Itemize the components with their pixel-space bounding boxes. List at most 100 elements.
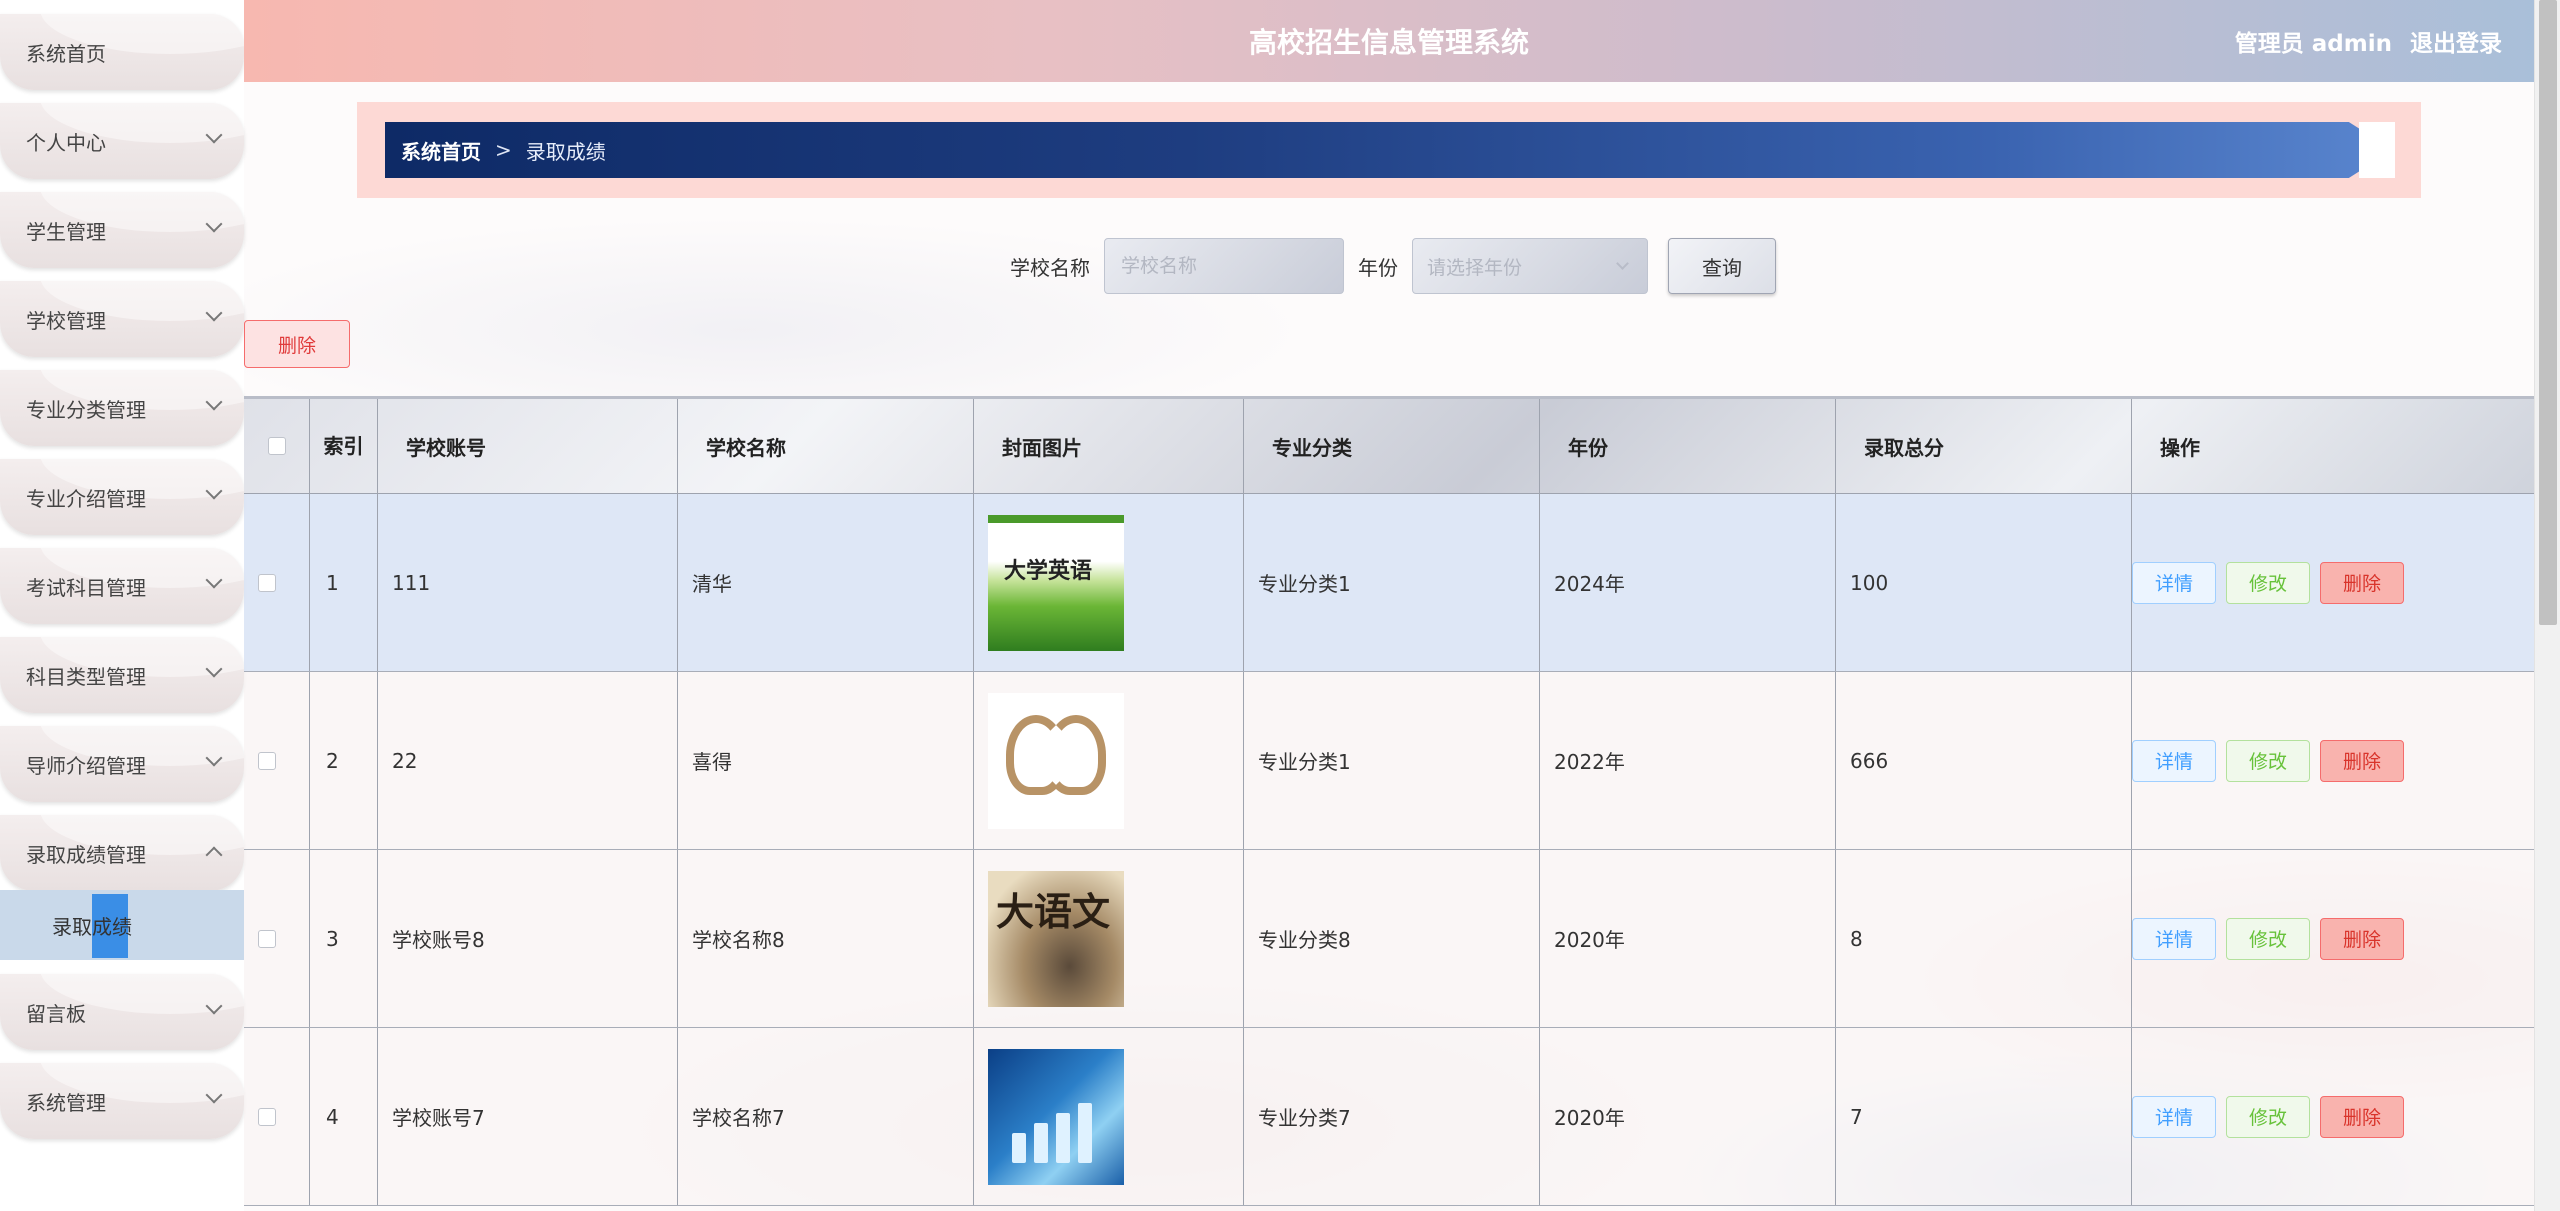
breadcrumb-current: 录取成绩 — [525, 139, 606, 164]
sidebar-subitem-label: 录取成绩 — [52, 914, 132, 939]
sidebar-item-admission-score-management[interactable]: 录取成绩管理 — [0, 815, 244, 891]
row-checkbox[interactable] — [258, 929, 276, 948]
sidebar-item-personal-center[interactable]: 个人中心 — [0, 103, 244, 179]
table-header: 索引 学校账号 学校名称 封面图片 专业分类 年份 录取总分 操作 — [244, 396, 2534, 494]
detail-button[interactable]: 详情 — [2132, 561, 2216, 604]
cell-major-category: 专业分类7 — [1244, 1028, 1540, 1205]
cell-year: 2020年 — [1540, 1028, 1836, 1205]
delete-button[interactable]: 删除 — [2320, 739, 2404, 782]
header-school-name: 学校名称 — [678, 399, 974, 493]
sidebar-item-label: 导师介绍管理 — [26, 753, 146, 778]
detail-button[interactable]: 详情 — [2132, 917, 2216, 960]
delete-button[interactable]: 删除 — [2320, 561, 2404, 604]
cell-year: 2024年 — [1540, 494, 1836, 671]
breadcrumb-home[interactable]: 系统首页 — [401, 136, 481, 165]
chevron-down-icon — [205, 482, 223, 500]
cover-title: 大学英语 — [1004, 557, 1093, 584]
sidebar-item-exam-subject-management[interactable]: 考试科目管理 — [0, 548, 244, 624]
sidebar-item-label: 考试科目管理 — [26, 575, 146, 600]
edit-button[interactable]: 修改 — [2226, 739, 2310, 782]
query-button[interactable]: 查询 — [1668, 238, 1776, 294]
cover-bar — [1078, 1102, 1092, 1163]
sidebar-item-label: 学生管理 — [26, 219, 106, 244]
cell-index: 1 — [310, 494, 378, 671]
cell-school-account: 22 — [378, 672, 678, 849]
sidebar-item-subject-type-management[interactable]: 科目类型管理 — [0, 637, 244, 713]
cell-actions: 详情 修改 删除 — [2132, 850, 2534, 1027]
cell-school-name: 清华 — [678, 494, 974, 671]
logo-shape — [1046, 714, 1106, 795]
cell-cover — [974, 672, 1244, 849]
school-name-label: 学校名称 — [1010, 255, 1090, 280]
sidebar-item-school-management[interactable]: 学校管理 — [0, 281, 244, 357]
chevron-down-icon — [205, 749, 223, 767]
year-select[interactable]: 请选择年份 — [1412, 238, 1648, 294]
delete-button[interactable]: 删除 — [2320, 1095, 2404, 1138]
header-year: 年份 — [1540, 399, 1836, 493]
scrollbar-thumb[interactable] — [2539, 0, 2557, 625]
sidebar-item-major-intro-management[interactable]: 专业介绍管理 — [0, 459, 244, 535]
header-index: 索引 — [310, 399, 378, 493]
sidebar-item-label: 专业介绍管理 — [26, 486, 146, 511]
chevron-down-icon — [205, 571, 223, 589]
edit-button[interactable]: 修改 — [2226, 561, 2310, 604]
cell-school-name: 学校名称7 — [678, 1028, 974, 1205]
sidebar-item-label: 系统管理 — [26, 1090, 106, 1115]
search-bar: 学校名称 年份 请选择年份 查询 — [1010, 238, 1776, 294]
chevron-down-icon — [1616, 257, 1629, 270]
edit-button[interactable]: 修改 — [2226, 917, 2310, 960]
sidebar: 系统首页 个人中心 学生管理 学校管理 专业分类管理 专业介绍管理 考试科目管理… — [0, 0, 244, 1211]
cover-image-logo — [988, 692, 1124, 829]
sidebar-item-major-category-management[interactable]: 专业分类管理 — [0, 370, 244, 446]
header-major-category: 专业分类 — [1244, 399, 1540, 493]
cell-actions: 详情 修改 删除 — [2132, 672, 2534, 849]
school-name-input[interactable] — [1104, 238, 1344, 294]
cell-total-score: 7 — [1836, 1028, 2132, 1205]
user-label: 管理员 admin — [2234, 31, 2392, 57]
header-total-score: 录取总分 — [1836, 399, 2132, 493]
top-header: 高校招生信息管理系统 管理员 admin 退出登录 — [244, 0, 2534, 82]
chevron-up-icon — [205, 846, 223, 864]
delete-button[interactable]: 删除 — [2320, 917, 2404, 960]
detail-button[interactable]: 详情 — [2132, 739, 2216, 782]
table-row: 3 学校账号8 学校名称8 大语文 专业分类8 2020年 8 详情 修改 删除 — [244, 850, 2534, 1028]
sidebar-item-home[interactable]: 系统首页 — [0, 14, 244, 90]
cover-bar — [1034, 1122, 1048, 1163]
row-checkbox[interactable] — [258, 751, 276, 770]
cell-school-name: 学校名称8 — [678, 850, 974, 1027]
select-all-checkbox[interactable] — [267, 437, 286, 455]
row-select-cell — [244, 850, 310, 1027]
sidebar-item-label: 留言板 — [26, 1001, 86, 1026]
cell-cover: 大语文 — [974, 850, 1244, 1027]
breadcrumb-container: 系统首页 > 录取成绩 — [357, 102, 2421, 198]
batch-delete-button[interactable]: 删除 — [244, 320, 350, 368]
cell-total-score: 8 — [1836, 850, 2132, 1027]
sidebar-item-tutor-intro-management[interactable]: 导师介绍管理 — [0, 726, 244, 802]
row-select-cell — [244, 1028, 310, 1205]
sidebar-item-system-management[interactable]: 系统管理 — [0, 1063, 244, 1139]
sidebar-item-student-management[interactable]: 学生管理 — [0, 192, 244, 268]
sidebar-subitem-admission-score[interactable]: 录取成绩 — [0, 890, 244, 960]
chevron-down-icon — [205, 126, 223, 144]
cell-index: 3 — [310, 850, 378, 1027]
sidebar-item-label: 个人中心 — [26, 130, 106, 155]
logout-link[interactable]: 退出登录 — [2410, 24, 2502, 58]
sidebar-item-label: 学校管理 — [26, 308, 106, 333]
row-checkbox[interactable] — [258, 1107, 276, 1126]
chevron-down-icon — [205, 215, 223, 233]
cell-actions: 详情 修改 删除 — [2132, 1028, 2534, 1205]
chevron-down-icon — [205, 660, 223, 678]
cell-cover: 大学英语 — [974, 494, 1244, 671]
breadcrumb-separator: > — [495, 138, 512, 162]
sidebar-item-message-board[interactable]: 留言板 — [0, 974, 244, 1050]
cell-school-name: 喜得 — [678, 672, 974, 849]
user-area: 管理员 admin 退出登录 — [2235, 0, 2502, 82]
row-checkbox[interactable] — [258, 573, 276, 592]
vertical-scrollbar[interactable] — [2534, 0, 2560, 1211]
cell-actions: 详情 修改 删除 — [2132, 494, 2534, 671]
cell-school-account: 学校账号7 — [378, 1028, 678, 1205]
row-select-cell — [244, 672, 310, 849]
edit-button[interactable]: 修改 — [2226, 1095, 2310, 1138]
cell-total-score: 666 — [1836, 672, 2132, 849]
detail-button[interactable]: 详情 — [2132, 1095, 2216, 1138]
